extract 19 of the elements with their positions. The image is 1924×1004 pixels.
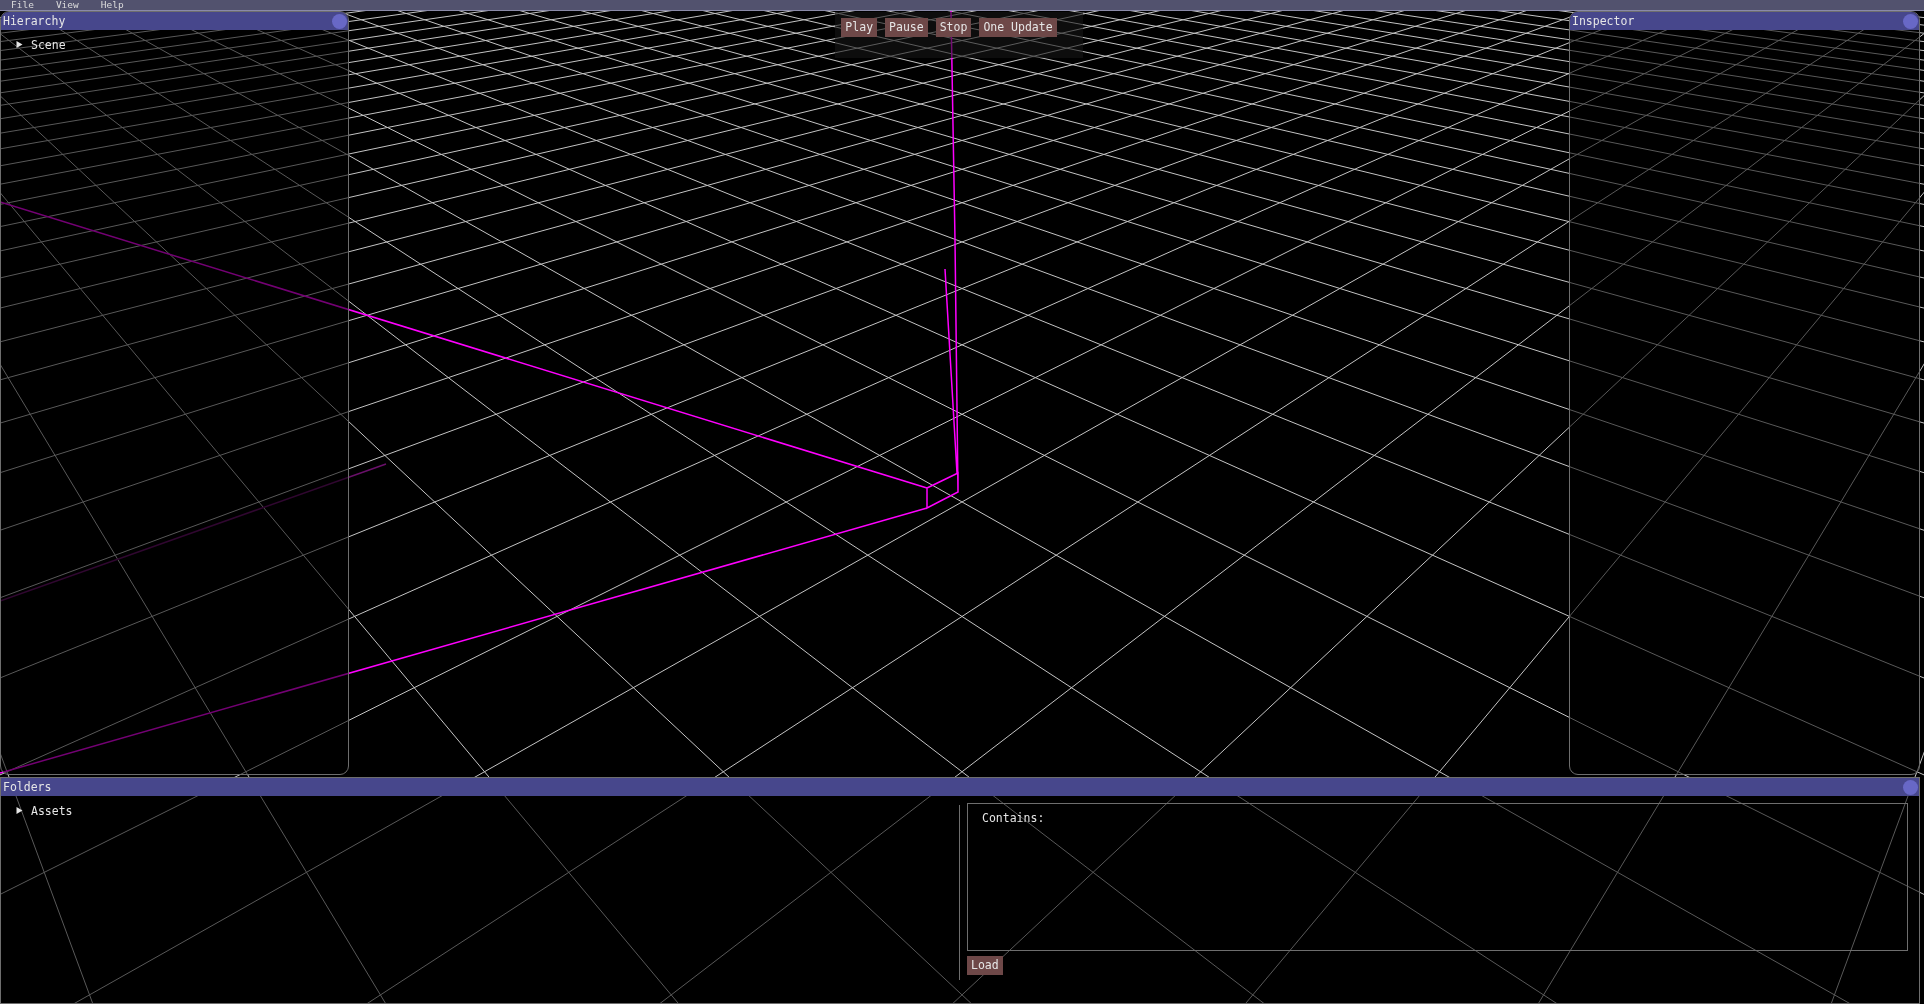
menu-item[interactable]: Help <box>97 0 127 10</box>
tree-item[interactable]: Assets <box>16 803 73 818</box>
toolbar-button[interactable]: Pause <box>885 18 928 37</box>
circle-icon[interactable] <box>332 13 347 29</box>
toolbar-button[interactable]: Play <box>841 18 878 37</box>
contents-label: Contains: <box>982 811 1045 825</box>
caret-icon[interactable] <box>16 807 23 814</box>
menu-item[interactable]: File <box>8 0 37 10</box>
tree-item[interactable]: Scene <box>16 37 66 52</box>
load-button[interactable]: Load <box>967 956 1003 975</box>
toolbar-button[interactable]: Stop <box>935 18 972 37</box>
window-title: Folders <box>3 779 52 795</box>
caret-icon[interactable] <box>16 41 23 48</box>
toolbar-button[interactable]: One Update <box>979 18 1057 37</box>
circle-icon[interactable] <box>1903 779 1918 795</box>
menu-item[interactable]: View <box>52 0 82 10</box>
circle-icon[interactable] <box>1903 13 1918 29</box>
window-title: Inspector <box>1572 13 1635 29</box>
window-title: Hierarchy <box>3 13 66 29</box>
